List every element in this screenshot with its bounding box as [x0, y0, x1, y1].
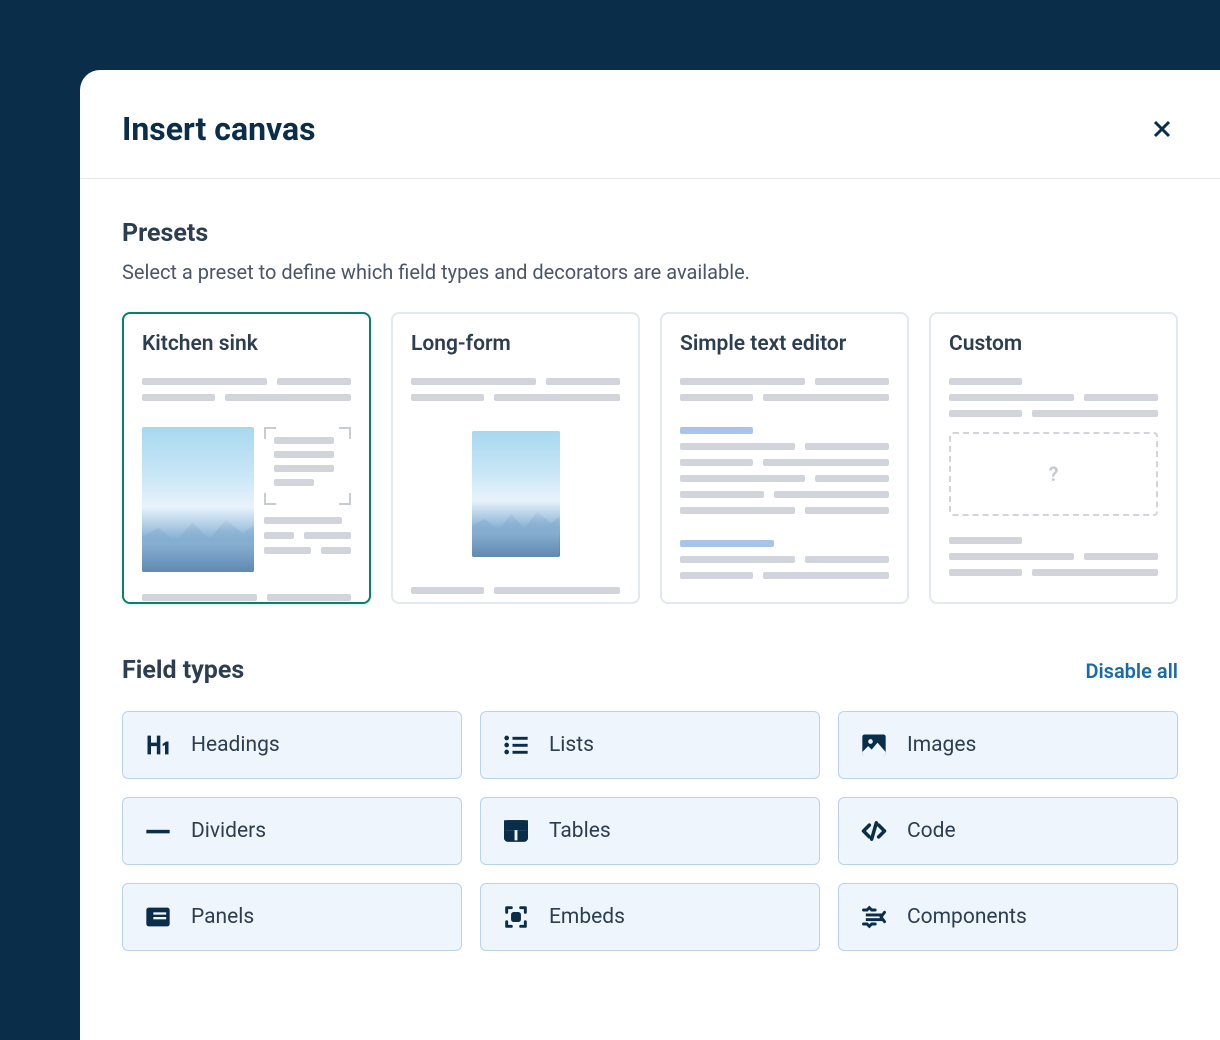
field-type-label: Tables	[549, 819, 611, 843]
presets-description: Select a preset to define which field ty…	[122, 260, 1178, 284]
preset-preview	[411, 378, 620, 604]
custom-placeholder: ?	[949, 432, 1158, 516]
insert-canvas-modal: Insert canvas Presets Select a preset to…	[80, 70, 1220, 1040]
field-type-label: Images	[907, 733, 976, 757]
close-button[interactable]	[1146, 113, 1178, 145]
preset-label: Kitchen sink	[142, 332, 351, 356]
preset-simple-text[interactable]: Simple text editor	[660, 312, 909, 604]
field-type-label: Embeds	[549, 905, 625, 929]
field-types-grid: Headings Lists Images Dividers	[122, 711, 1178, 951]
preset-label: Custom	[949, 332, 1158, 356]
modal-body: Presets Select a preset to define which …	[80, 179, 1220, 991]
presets-title: Presets	[122, 219, 1178, 248]
field-type-code[interactable]: Code	[838, 797, 1178, 865]
preset-label: Long-form	[411, 332, 620, 356]
preset-long-form[interactable]: Long-form	[391, 312, 640, 604]
image-icon	[859, 730, 889, 760]
preset-preview	[680, 378, 889, 579]
embed-icon	[501, 902, 531, 932]
preset-preview	[142, 378, 351, 601]
field-type-components[interactable]: Components	[838, 883, 1178, 951]
field-type-embeds[interactable]: Embeds	[480, 883, 820, 951]
modal-title: Insert canvas	[122, 110, 316, 148]
list-icon	[501, 730, 531, 760]
field-types-title: Field types	[122, 656, 244, 685]
presets-grid: Kitchen sink	[122, 312, 1178, 604]
field-type-tables[interactable]: Tables	[480, 797, 820, 865]
field-type-label: Dividers	[191, 819, 266, 843]
close-icon	[1148, 115, 1176, 143]
field-types-header: Field types Disable all	[122, 656, 1178, 685]
field-type-label: Components	[907, 905, 1027, 929]
field-type-images[interactable]: Images	[838, 711, 1178, 779]
preset-label: Simple text editor	[680, 332, 889, 356]
component-icon	[859, 902, 889, 932]
field-type-label: Code	[907, 819, 956, 843]
field-type-panels[interactable]: Panels	[122, 883, 462, 951]
disable-all-button[interactable]: Disable all	[1085, 659, 1178, 683]
field-type-dividers[interactable]: Dividers	[122, 797, 462, 865]
panel-icon	[143, 902, 173, 932]
preset-kitchen-sink[interactable]: Kitchen sink	[122, 312, 371, 604]
field-type-label: Lists	[549, 733, 594, 757]
modal-header: Insert canvas	[80, 70, 1220, 179]
table-icon	[501, 816, 531, 846]
preset-preview: ?	[949, 378, 1158, 576]
field-type-label: Headings	[191, 733, 280, 757]
heading-icon	[143, 730, 173, 760]
field-type-headings[interactable]: Headings	[122, 711, 462, 779]
preset-custom[interactable]: Custom ?	[929, 312, 1178, 604]
code-icon	[859, 816, 889, 846]
field-type-label: Panels	[191, 905, 254, 929]
field-type-lists[interactable]: Lists	[480, 711, 820, 779]
divider-icon	[143, 816, 173, 846]
